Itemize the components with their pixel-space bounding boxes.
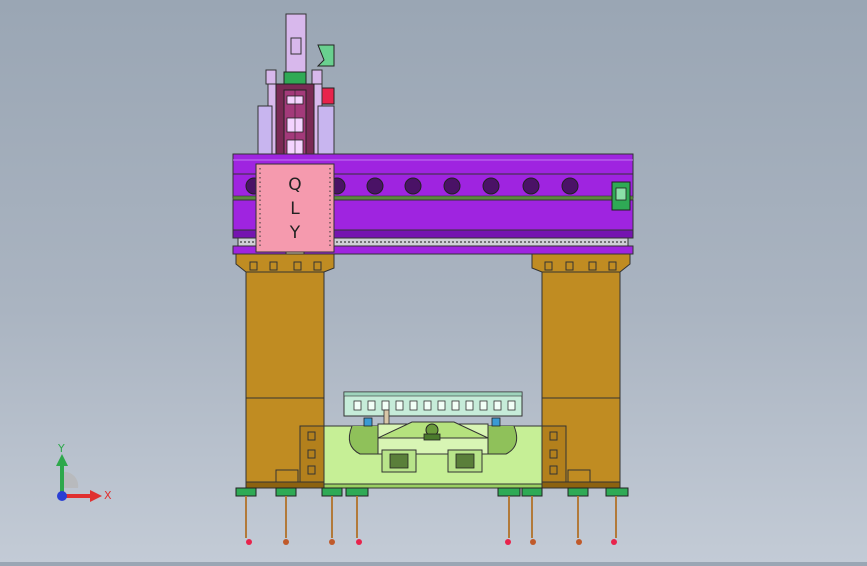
z-axis-dot	[57, 491, 67, 501]
carriage-letter: L	[290, 199, 300, 219]
x-axis-label: X	[104, 489, 112, 502]
right-column[interactable]	[531, 253, 631, 489]
carriage-plate[interactable]: Q L Y	[255, 163, 335, 259]
leveling-foot	[567, 487, 589, 545]
y-axis-label: Y	[57, 442, 65, 455]
cad-viewport[interactable]: Q L Y Y X	[0, 0, 867, 562]
leveling-foot	[605, 487, 629, 545]
leveling-foot	[497, 487, 521, 545]
work-table[interactable]	[323, 391, 543, 489]
leveling-foot	[345, 487, 369, 545]
carriage-letter: Q	[288, 175, 301, 195]
coordinate-triad: Y X	[56, 442, 112, 502]
left-column[interactable]	[235, 253, 335, 489]
spindle-head[interactable]	[257, 13, 335, 165]
leveling-foot	[235, 487, 257, 545]
carriage-letter: Y	[289, 223, 301, 243]
leveling-foot	[321, 487, 343, 545]
gantry-machine-drawing: Q L Y Y X	[56, 13, 634, 545]
leveling-foot	[521, 487, 543, 545]
leveling-foot	[275, 487, 297, 545]
leveling-feet	[235, 487, 629, 545]
